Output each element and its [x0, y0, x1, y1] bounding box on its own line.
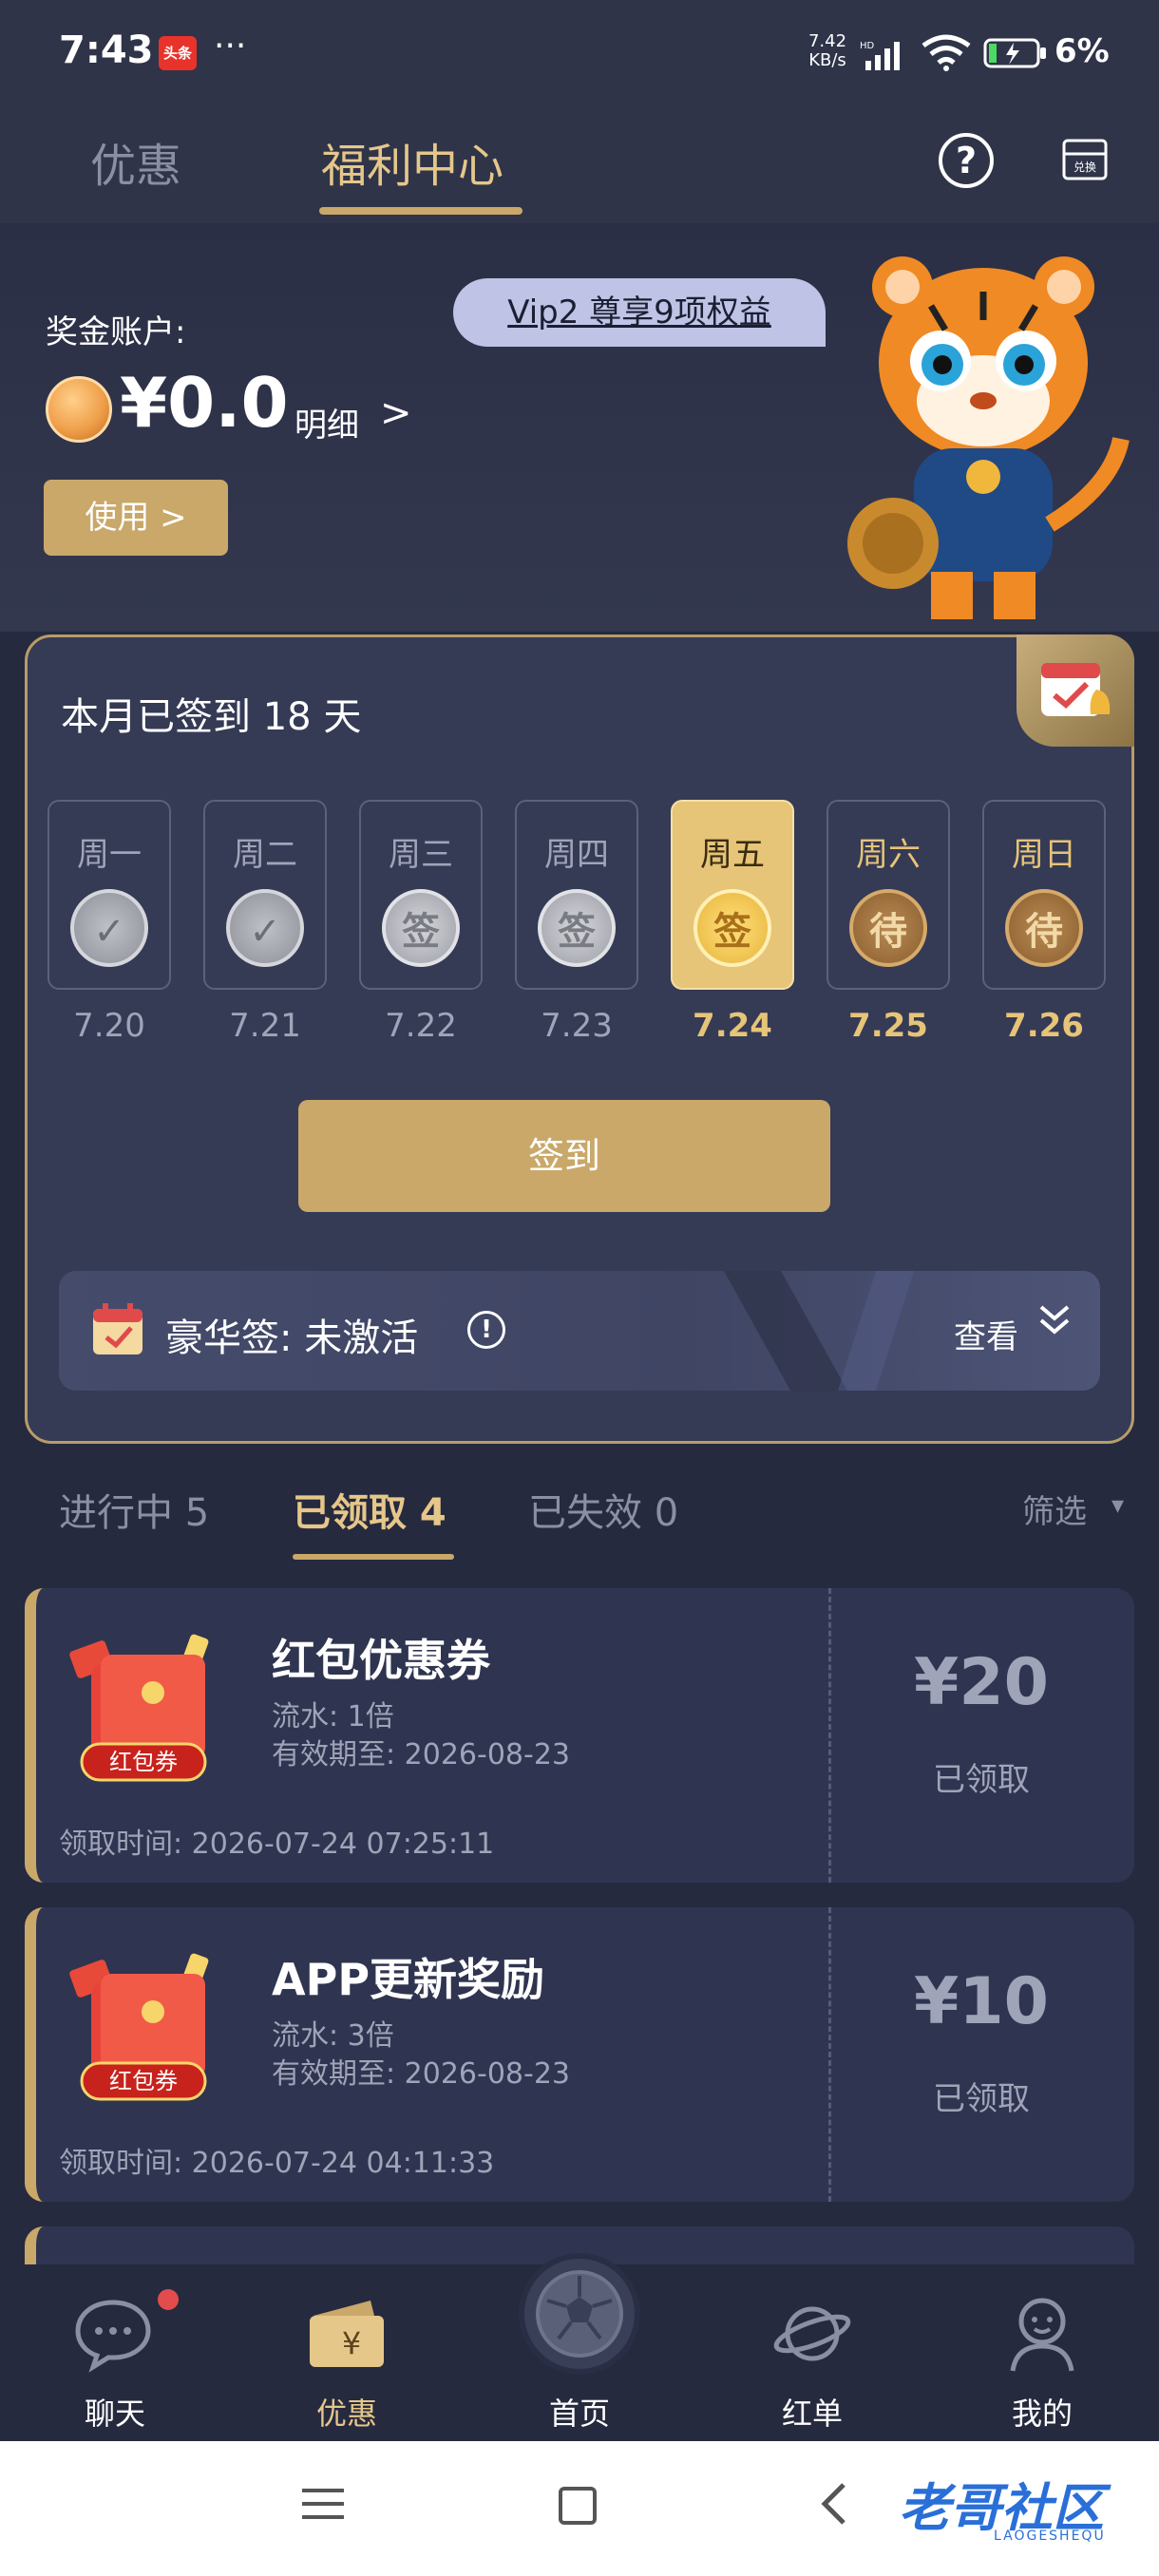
nav-coupons-label[interactable]: 优惠 — [276, 2390, 418, 2434]
day-weekday: 周六 — [856, 836, 921, 874]
day-weekday: 周日 — [1012, 836, 1076, 874]
tiger-mascot-illustration — [847, 256, 1130, 619]
svg-text:红包券: 红包券 — [109, 1749, 178, 1775]
vip-benefits-link[interactable]: Vip2 尊享9项权益 — [453, 278, 826, 347]
nav-red-orders-label[interactable]: 红单 — [741, 2390, 884, 2434]
tab-claimed[interactable]: 已领取 4 — [293, 1482, 446, 1537]
red-envelope-icon: 红包券 — [69, 1634, 209, 1782]
nav-home-label[interactable]: 首页 — [508, 2390, 651, 2434]
active-filter-indicator — [293, 1554, 454, 1560]
svg-text:兑换: 兑换 — [1074, 161, 1096, 174]
coupon-turnover: 流水: 1倍 — [272, 1700, 394, 1733]
status-time: 7:43 — [59, 28, 154, 72]
nav-chat-label[interactable]: 聊天 — [44, 2390, 186, 2434]
day-weekday: 周五 — [700, 836, 765, 874]
day-date: 7.21 — [229, 1007, 301, 1045]
coupon-status: 已领取 — [933, 1761, 1030, 1799]
tab-in-progress[interactable]: 进行中 5 — [59, 1482, 209, 1537]
tab-welfare-center[interactable]: 福利中心 — [321, 128, 504, 195]
menu-icon[interactable] — [302, 2485, 344, 2523]
signal-icon: HD — [860, 41, 900, 70]
pending-icon: 待 — [849, 889, 927, 967]
coupon-amount: ¥20 — [914, 1645, 1049, 1720]
back-icon[interactable] — [815, 2481, 853, 2527]
detail-link[interactable]: 明细 — [294, 399, 359, 445]
coupon-amount: ¥10 — [914, 1964, 1049, 2039]
football-icon[interactable] — [519, 2253, 640, 2375]
day-date: 7.24 — [693, 1007, 772, 1045]
checked-icon: ✓ — [70, 889, 148, 967]
signed-icon: 签 — [382, 889, 460, 967]
use-button[interactable]: 使用 > — [44, 480, 228, 556]
sign-today-icon[interactable]: 签 — [694, 889, 771, 967]
sign-in-button[interactable]: 签到 — [298, 1100, 830, 1212]
coupon-validity: 有效期至: 2026-08-23 — [272, 1738, 570, 1771]
day-weekday: 周三 — [389, 836, 453, 874]
nav-mine-label[interactable]: 我的 — [971, 2390, 1113, 2434]
day-weekday: 周四 — [544, 836, 609, 874]
signed-icon: 签 — [538, 889, 616, 967]
day-date: 7.22 — [385, 1007, 457, 1045]
svg-text:红包券: 红包券 — [109, 2068, 178, 2094]
coin-icon — [46, 376, 112, 443]
double-chevron-down-icon[interactable] — [1036, 1301, 1074, 1339]
checked-icon: ✓ — [226, 889, 304, 967]
watermark-sub: LAOGESHEQU — [994, 2529, 1106, 2544]
tab-youhui[interactable]: 优惠 — [90, 128, 181, 195]
coupon-title: 红包优惠券 — [272, 1635, 490, 1686]
svg-text:HD: HD — [860, 41, 875, 51]
toutiao-app-icon: 头条 — [159, 36, 197, 70]
planet-icon[interactable] — [770, 2291, 855, 2377]
user-icon[interactable] — [999, 2291, 1085, 2377]
battery-icon — [983, 38, 1046, 68]
day-date: 7.25 — [848, 1007, 928, 1045]
day-date: 7.23 — [541, 1007, 613, 1045]
calendar-icon[interactable] — [1016, 635, 1134, 747]
active-tab-indicator — [319, 207, 522, 215]
view-link[interactable]: 查看 — [954, 1311, 1018, 1357]
coupon-stub — [828, 1907, 1134, 2202]
day-date: 7.20 — [73, 1007, 145, 1045]
caret-down-icon[interactable]: ▾ — [1112, 1491, 1124, 1520]
filter-button[interactable]: 筛选 — [1022, 1486, 1087, 1532]
home-square-icon[interactable] — [559, 2487, 597, 2525]
balance-amount: ¥0.0 — [120, 363, 289, 443]
net-speed: 7.42 KB/s — [808, 31, 847, 70]
day-weekday: 周二 — [233, 836, 297, 874]
coupon-status: 已领取 — [933, 2080, 1030, 2118]
more-notifications-icon: ··· — [214, 27, 247, 66]
info-icon[interactable]: ! — [467, 1311, 505, 1349]
day-weekday: 周一 — [77, 836, 142, 874]
coupon-card[interactable]: 红包券 红包优惠券 流水: 1倍 有效期至: 2026-08-23 领取时间: … — [25, 1588, 1134, 1883]
coupon-turnover: 流水: 3倍 — [272, 2019, 394, 2053]
coupon-wallet-icon[interactable]: ¥ — [304, 2291, 390, 2377]
pending-icon: 待 — [1005, 889, 1083, 967]
coupon-title: APP更新奖励 — [272, 1954, 545, 2005]
coupon-claim-time: 领取时间: 2026-07-24 07:25:11 — [59, 1828, 495, 1861]
notification-dot — [158, 2289, 179, 2310]
wifi-icon — [922, 34, 971, 71]
coupon-validity: 有效期至: 2026-08-23 — [272, 2057, 570, 2091]
chevron-right-icon[interactable]: > — [380, 391, 412, 435]
exchange-icon[interactable]: 兑换 — [1062, 139, 1108, 180]
calendar-check-icon — [93, 1303, 142, 1354]
chat-icon[interactable] — [70, 2291, 156, 2377]
bonus-account-label: 奖金账户: — [46, 313, 186, 351]
day-date: 7.26 — [1004, 1007, 1084, 1045]
luxury-sign-status: 豪华签: 未激活 — [165, 1316, 419, 1360]
tab-expired[interactable]: 已失效 0 — [528, 1482, 678, 1537]
coupon-card[interactable]: 红包券 APP更新奖励 流水: 3倍 有效期至: 2026-08-23 领取时间… — [25, 1907, 1134, 2202]
help-icon[interactable]: ? — [939, 133, 994, 188]
signed-days-summary: 本月已签到 18 天 — [61, 695, 362, 739]
coupon-stub — [828, 1588, 1134, 1883]
svg-text:¥: ¥ — [342, 2325, 361, 2361]
red-envelope-icon: 红包券 — [69, 1953, 209, 2101]
coupon-claim-time: 领取时间: 2026-07-24 04:11:33 — [59, 2147, 495, 2180]
battery-percent: 6% — [1054, 32, 1110, 70]
